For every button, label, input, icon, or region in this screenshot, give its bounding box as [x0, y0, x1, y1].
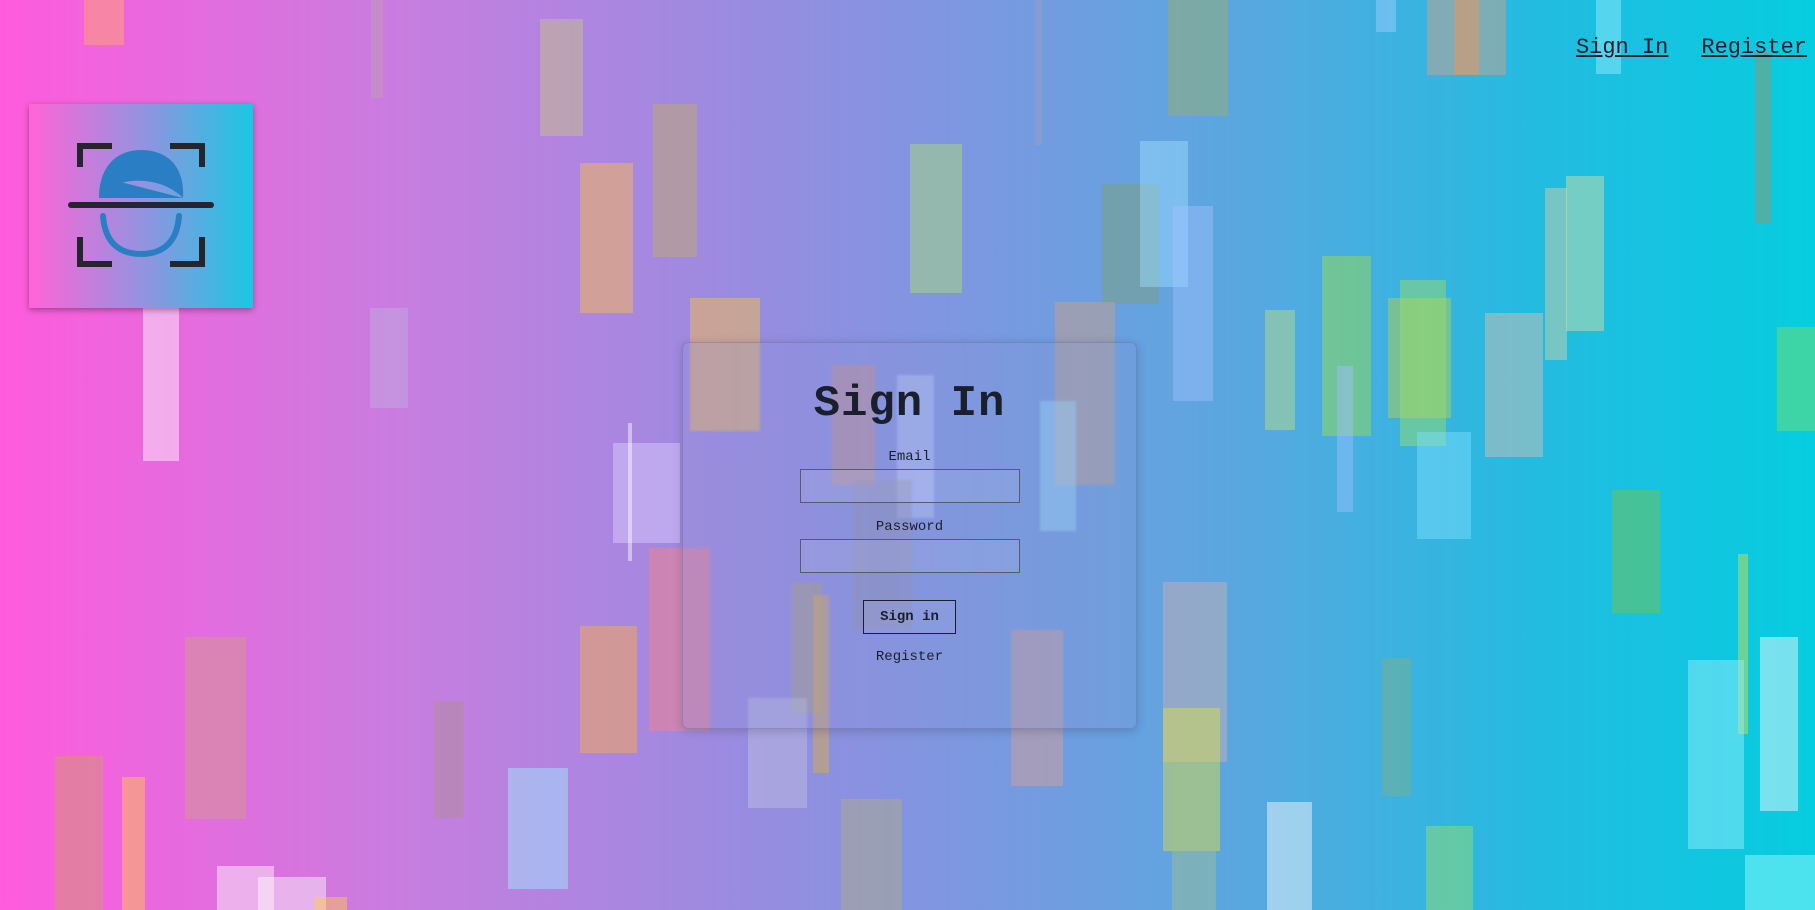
background-bar: [1612, 490, 1660, 613]
background-bar: [1376, 0, 1396, 32]
background-bar: [910, 144, 962, 293]
face-scan-icon: [68, 143, 214, 267]
background-bar: [1745, 855, 1815, 910]
background-bar: [653, 104, 697, 257]
background-bar: [371, 0, 383, 98]
background-bar: [370, 308, 408, 408]
top-nav: Sign In Register: [1576, 35, 1807, 60]
password-label: Password: [875, 519, 944, 535]
sign-in-button[interactable]: Sign in: [863, 600, 956, 634]
background-bar: [1035, 0, 1042, 145]
background-bar: [122, 777, 145, 910]
background-bar: [84, 0, 124, 45]
background-bar: [1777, 327, 1815, 431]
background-bar: [1400, 280, 1446, 446]
password-field[interactable]: [799, 539, 1020, 573]
background-bar: [1566, 176, 1604, 331]
nav-register-link[interactable]: Register: [1701, 35, 1807, 60]
register-link[interactable]: Register: [683, 649, 1136, 665]
background-bar: [1172, 764, 1216, 910]
background-bar: [1755, 52, 1771, 224]
sign-in-card: Sign In Email Password Sign in Register: [682, 342, 1137, 729]
background-bar: [580, 163, 633, 313]
background-bar: [1267, 802, 1312, 910]
background-bar: [1417, 432, 1471, 539]
background-bar: [508, 768, 568, 889]
background-bar: [314, 897, 347, 910]
background-bar: [1265, 310, 1295, 430]
background-bar: [1545, 188, 1567, 360]
background-bar: [1454, 0, 1479, 75]
email-field[interactable]: [799, 469, 1020, 503]
background-bar: [1382, 658, 1411, 796]
nav-sign-in-link[interactable]: Sign In: [1576, 35, 1668, 60]
background-bar: [613, 443, 680, 543]
background-bar: [1337, 366, 1353, 512]
background-bar: [1173, 206, 1213, 401]
background-bar: [1688, 660, 1744, 849]
background-bar: [628, 423, 632, 561]
email-label: Email: [888, 449, 931, 465]
background-bar: [841, 799, 902, 910]
logo: [29, 104, 253, 308]
background-bar: [540, 19, 583, 136]
background-bar: [1426, 826, 1473, 910]
background-bar: [1485, 313, 1543, 457]
background-bar: [1760, 637, 1798, 811]
background-bar: [143, 308, 179, 461]
background-bar: [185, 637, 246, 819]
background-bar: [1168, 0, 1228, 116]
background-bar: [55, 756, 103, 910]
page-title: Sign In: [813, 379, 1006, 429]
background-bar: [434, 701, 464, 818]
background-bar: [580, 626, 637, 753]
